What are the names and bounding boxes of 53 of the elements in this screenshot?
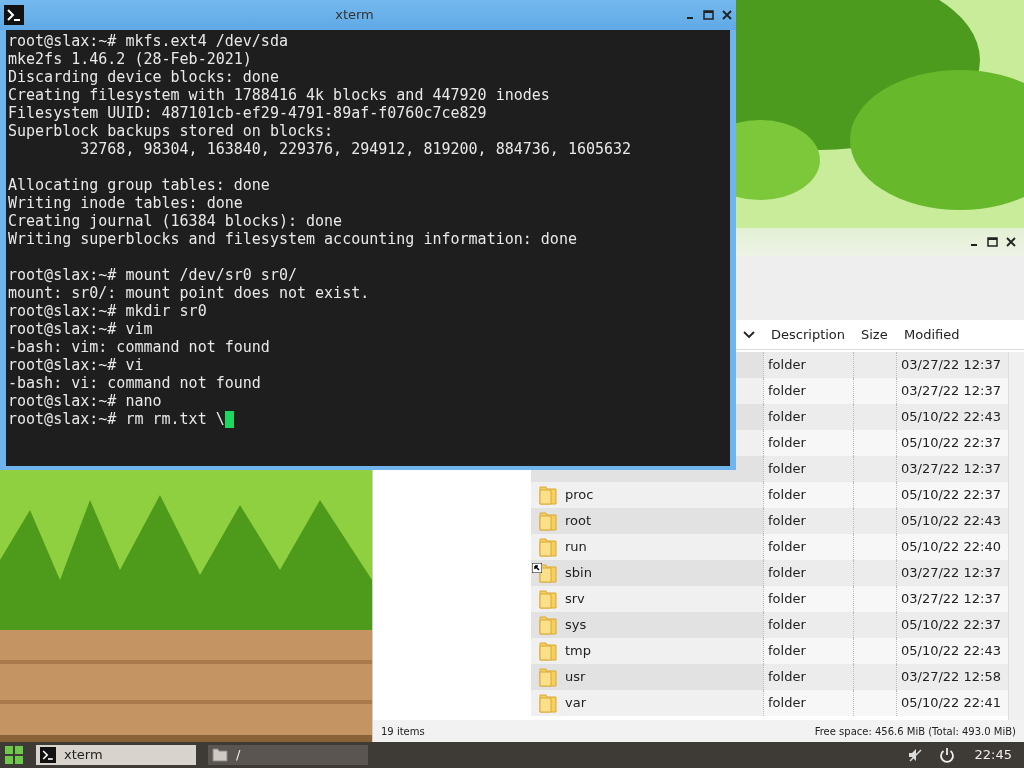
column-header[interactable]: Size: [853, 324, 896, 345]
taskbar-button[interactable]: /: [208, 745, 368, 765]
close-icon[interactable]: [722, 10, 732, 20]
column-header[interactable]: Description: [763, 324, 853, 345]
clock: 22:45: [974, 746, 1012, 765]
table-cell: folder: [763, 690, 853, 716]
terminal-line: Creating journal (16384 blocks): done: [8, 212, 343, 230]
terminal-line: mke2fs 1.46.2 (28-Feb-2021): [8, 50, 252, 68]
app-grid-icon[interactable]: [4, 745, 24, 765]
maximize-icon[interactable]: [703, 10, 714, 20]
file-name[interactable]: var: [565, 693, 586, 713]
file-name[interactable]: tmp: [565, 641, 591, 661]
terminal-line: Discarding device blocks: done: [8, 68, 279, 86]
table-cell: 05/10/22 22:41: [896, 690, 1003, 716]
free-space: Free space: 456.6 MiB (Total: 493.0 MiB): [814, 724, 1016, 739]
column-header[interactable]: Modified: [896, 324, 1003, 345]
terminal-icon: [40, 747, 56, 763]
taskbar-button[interactable]: xterm: [36, 745, 196, 765]
terminal-line: root@slax:~# vi: [8, 356, 144, 374]
maximize-icon[interactable]: [987, 237, 998, 247]
close-icon[interactable]: [1006, 237, 1016, 247]
terminal-line: root@slax:~# vim: [8, 320, 153, 338]
terminal-line: root@slax:~# nano: [8, 392, 162, 410]
terminal-line: root@slax:~# rm rm.txt \: [8, 410, 225, 428]
terminal-line: root@slax:~# mkfs.ext4 /dev/sda: [8, 32, 288, 50]
file-name[interactable]: sbin: [565, 563, 592, 583]
terminal-line: root@slax:~# mount /dev/sr0 sr0/: [8, 266, 297, 284]
scrollbar[interactable]: [1008, 352, 1024, 720]
terminal-line: -bash: vi: command not found: [8, 374, 261, 392]
window-title: xterm: [334, 6, 375, 25]
terminal-line: root@slax:~# mkdir sr0: [8, 302, 207, 320]
terminal-line: Writing inode tables: done: [8, 194, 243, 212]
file-name[interactable]: sys: [565, 615, 587, 635]
muted-speaker-icon[interactable]: [906, 747, 923, 763]
file-name[interactable]: srv: [565, 589, 585, 609]
terminal-line: mount: sr0/: mount point does not exist.: [8, 284, 370, 302]
terminal-line: Filesystem UUID: 487101cb-ef29-4791-89af-f0760c7ce829: [8, 104, 487, 122]
terminal-line: Allocating group tables: done: [8, 176, 270, 194]
file-name[interactable]: usr: [565, 667, 586, 687]
terminal-line: 32768, 98304, 163840, 229376, 294912, 819200, 884736, 1605632: [79, 140, 632, 158]
file-name[interactable]: root: [565, 511, 592, 531]
file-name[interactable]: run: [565, 537, 587, 557]
file-name[interactable]: proc: [565, 485, 594, 505]
folder-icon: [539, 563, 557, 583]
item-count: 19 items: [381, 724, 425, 739]
terminal-icon: [4, 5, 24, 25]
terminal-line: -bash: vim: command not found: [8, 338, 270, 356]
terminal-line: Creating filesystem with 1788416 4k blocks and 447920 inodes: [8, 86, 550, 104]
chevron-down-icon[interactable]: [743, 330, 755, 339]
power-icon[interactable]: [938, 747, 955, 763]
folder-icon: [212, 748, 228, 762]
terminal-line: Writing superblocks and filesystem accounting information: done: [8, 230, 577, 248]
terminal-line: Superblock backups stored on blocks:: [8, 122, 334, 140]
